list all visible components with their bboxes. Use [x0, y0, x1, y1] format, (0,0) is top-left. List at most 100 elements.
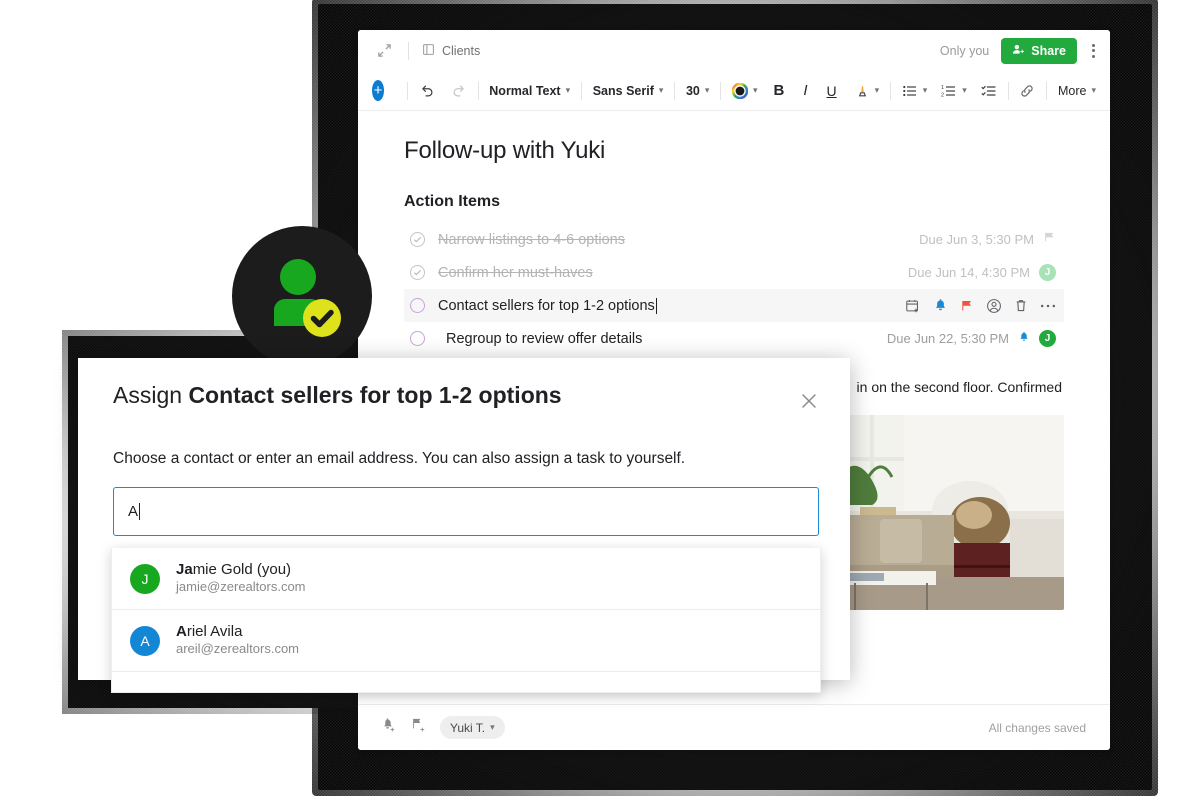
header-right-group: Only you Share [939, 37, 1098, 64]
task-row-active[interactable]: Contact sellers for top 1-2 options [404, 289, 1064, 322]
toolbar-divider [1046, 81, 1047, 100]
assignee-search-value: A [128, 503, 139, 520]
visibility-label: Only you [939, 43, 990, 58]
task-label: Narrow listings to 4-6 options [438, 231, 625, 248]
underline-label: U [826, 82, 837, 99]
toolbar-divider [581, 81, 582, 100]
toolbar-divider [674, 81, 675, 100]
section-heading: Action Items [404, 193, 501, 210]
modal-title-prefix: Assign [113, 382, 183, 408]
checkbox-checked-icon[interactable] [410, 265, 425, 280]
trash-icon[interactable] [1014, 298, 1028, 313]
add-reminder-icon[interactable] [380, 717, 397, 739]
chevron-down-icon: ▾ [704, 85, 710, 95]
suggestion-name: Jamie Gold (you) [176, 561, 306, 580]
more-horizontal-icon[interactable] [1040, 303, 1056, 309]
status-left-group: Yuki T. ▾ [380, 716, 505, 739]
task-label: Confirm her must-haves [438, 264, 593, 281]
task-row[interactable]: Regroup to review offer details Due Jun … [404, 322, 1064, 355]
underline-button[interactable]: U [827, 83, 837, 99]
font-family-dropdown[interactable]: Sans Serif ▾ [593, 84, 664, 98]
font-size-dropdown[interactable]: 30 ▾ [686, 84, 709, 98]
modal-subtitle: Choose a contact or enter an email addre… [113, 450, 686, 467]
paragraph-style-dropdown[interactable]: Normal Text ▾ [489, 84, 570, 98]
suggestion-name-rest: riel Avila [186, 622, 243, 640]
checklist-icon[interactable] [981, 83, 997, 99]
toolbar-divider [720, 81, 721, 100]
share-button[interactable]: Share [1001, 37, 1077, 64]
avatar-initial: A [140, 632, 150, 649]
more-options-dropdown[interactable]: More ▾ [1058, 84, 1096, 98]
list-item[interactable]: A Ariel Avila areil@zerealtors.com [112, 610, 820, 672]
calendar-add-icon[interactable] [905, 298, 921, 314]
suggestion-email: areil@zerealtors.com [176, 641, 300, 657]
flag-icon[interactable] [960, 299, 974, 313]
assignee-search-input[interactable]: A [113, 487, 819, 536]
editor-toolbar: + Normal Text ▾ Sans Serif ▾ 30 ▾ ▾ B I … [358, 71, 1110, 111]
color-wheel-icon[interactable] [731, 82, 748, 99]
more-label: More [1057, 83, 1087, 98]
suggestion-name-match: A [176, 622, 187, 640]
list-item[interactable]: J Jamie Gold (you) jamie@zerealtors.com [112, 548, 820, 610]
undo-icon[interactable] [419, 83, 435, 99]
task-meta: Due Jun 14, 4:30 PM J [908, 264, 1056, 281]
paragraph-text: in on the second floor. Confirmed [856, 379, 1062, 395]
task-actions [905, 298, 1056, 314]
chevron-down-icon: ▾ [658, 85, 664, 95]
breadcrumb[interactable]: Clients [422, 43, 480, 59]
person-head [280, 259, 316, 295]
bold-button[interactable]: B [774, 82, 785, 99]
document-icon [422, 43, 435, 59]
font-family-label: Sans Serif [592, 83, 654, 98]
suggestion-text: Ariel Avila areil@zerealtors.com [176, 623, 299, 659]
redo-icon[interactable] [451, 83, 467, 99]
task-meta: Due Jun 22, 5:30 PM J [887, 330, 1056, 347]
status-bar: Yuki T. ▾ All changes saved [358, 704, 1110, 750]
task-row[interactable]: Confirm her must-haves Due Jun 14, 4:30 … [404, 256, 1064, 289]
text-cursor [655, 297, 657, 314]
suggestion-text: Jamie Gold (you) jamie@zerealtors.com [176, 561, 306, 597]
add-flag-icon[interactable] [410, 717, 427, 739]
suggestion-email: jamie@zerealtors.com [176, 579, 306, 595]
bell-icon[interactable] [1018, 331, 1030, 347]
avatar: J [130, 563, 160, 594]
person-add-icon [1012, 43, 1025, 59]
checkbox-empty-icon[interactable] [410, 298, 425, 313]
assign-person-check-badge [232, 226, 372, 366]
bold-label: B [773, 82, 785, 99]
assignee-avatar[interactable]: J [1039, 264, 1056, 281]
numbered-list-icon[interactable]: 1 2 [941, 83, 957, 99]
highlighter-icon[interactable] [855, 83, 870, 98]
close-icon[interactable] [796, 388, 822, 414]
collaborator-chip[interactable]: Yuki T. ▾ [440, 716, 505, 739]
screenshot-root: Clients Only you Share + Normal Text ▾ S… [0, 0, 1200, 811]
kebab-menu-icon[interactable] [1089, 40, 1098, 62]
suggestion-name-rest: mie Gold (you) [192, 560, 292, 578]
chevron-down-icon: ▾ [1091, 85, 1096, 95]
link-icon[interactable] [1019, 83, 1035, 99]
chevron-down-icon[interactable]: ▾ [962, 85, 967, 96]
assign-person-icon[interactable] [986, 298, 1002, 314]
avatar-initial: J [141, 570, 149, 587]
page-title: Follow-up with Yuki [404, 137, 606, 164]
checkbox-checked-icon[interactable] [410, 232, 425, 247]
expand-arrows-icon[interactable] [374, 40, 395, 61]
assignee-avatar[interactable]: J [1039, 330, 1056, 347]
chevron-down-icon[interactable]: ▾ [875, 85, 880, 96]
modal-title-task: Contact sellers for top 1-2 options [188, 382, 562, 408]
plus-circle-icon[interactable]: + [372, 80, 385, 101]
chevron-down-icon[interactable]: ▾ [753, 85, 758, 96]
save-status: All changes saved [988, 720, 1086, 735]
checkbox-empty-icon[interactable] [410, 331, 425, 346]
share-button-label: Share [1031, 43, 1066, 58]
suggestion-name-match: Ja [176, 560, 193, 578]
bulleted-list-icon[interactable] [902, 83, 918, 99]
italic-button[interactable]: I [803, 82, 807, 99]
chevron-down-icon[interactable]: ▾ [923, 85, 928, 96]
task-meta: Due Jun 3, 5:30 PM [919, 231, 1056, 248]
bell-icon[interactable] [933, 298, 948, 313]
avatar: A [130, 625, 160, 656]
flag-icon[interactable] [1043, 231, 1056, 248]
task-row[interactable]: Narrow listings to 4-6 options Due Jun 3… [404, 223, 1064, 256]
toolbar-divider [890, 81, 891, 100]
